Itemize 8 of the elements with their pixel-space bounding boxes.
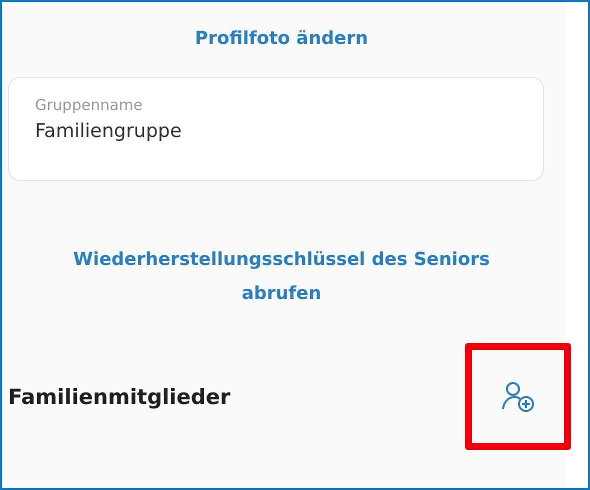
field-value: Familiengruppe	[35, 120, 183, 142]
recovery-key-link[interactable]: Wiederherstellungsschlüssel des Seniors abrufen	[72, 243, 492, 311]
field-label: Gruppenname	[35, 96, 144, 114]
add-person-icon	[501, 380, 535, 412]
change-photo-link[interactable]: Profilfoto ändern	[194, 28, 368, 49]
add-member-button[interactable]	[465, 343, 571, 450]
group-name-field[interactable]: Gruppenname Familiengruppe	[8, 77, 544, 181]
section-title: Familienmitglieder	[8, 384, 230, 408]
